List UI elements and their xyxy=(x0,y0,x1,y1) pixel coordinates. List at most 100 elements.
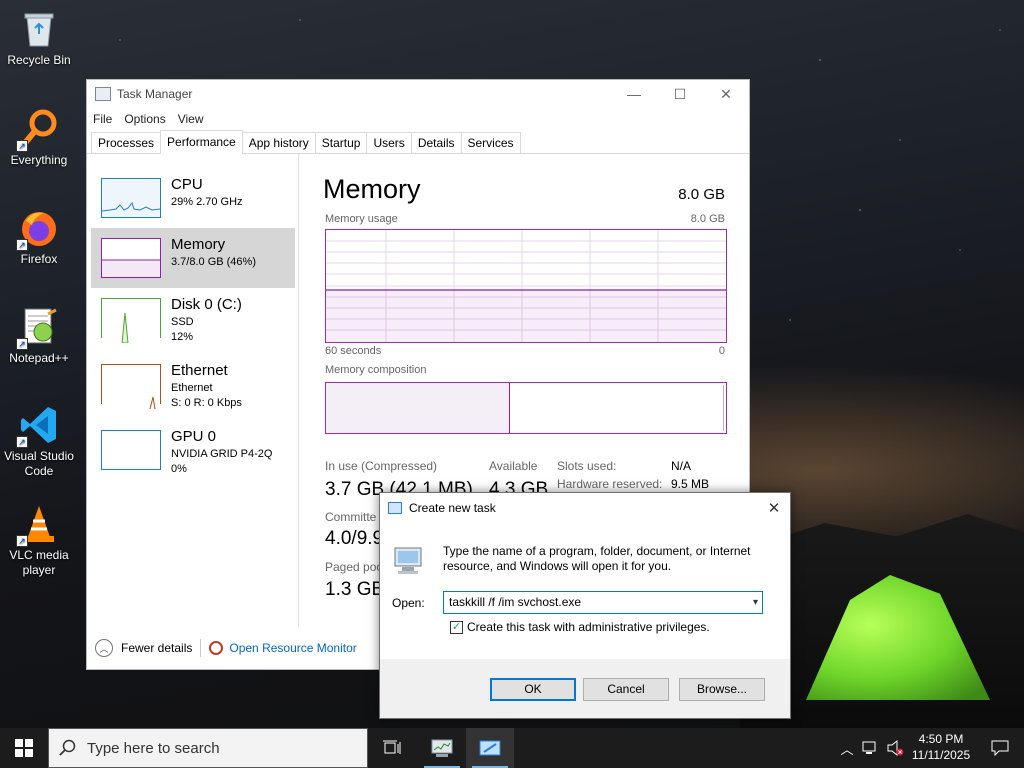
run-program-icon xyxy=(392,544,426,576)
disk-usage: 12% xyxy=(171,331,194,343)
resource-item-disk[interactable]: Disk 0 (C:) SSD 12% xyxy=(91,288,295,348)
menu-bar: File Options View xyxy=(87,108,749,130)
open-command-combobox[interactable]: taskkill /f /im svchost.exe ▾ xyxy=(443,591,763,614)
memory-total: 8.0 GB xyxy=(678,186,725,203)
memory-composition-label: Memory composition xyxy=(325,364,427,376)
resource-item-gpu[interactable]: GPU 0 NVIDIA GRID P4-2Q 0% xyxy=(91,420,295,480)
resource-detail: 3.7/8.0 GB (46%) xyxy=(171,256,256,268)
close-button[interactable]: ✕ xyxy=(703,80,749,108)
shortcut-arrow-icon: ↗ xyxy=(16,239,28,251)
tab-services[interactable]: Services xyxy=(460,132,521,153)
desktop-icon-label: VLC media player xyxy=(9,548,69,577)
dialog-titlebar[interactable]: Create new task xyxy=(380,493,790,522)
menu-file[interactable]: File xyxy=(93,112,112,126)
task-view-button[interactable] xyxy=(368,728,416,768)
ethernet-mini-graph xyxy=(101,364,161,410)
show-hidden-icons-button[interactable]: ︿ xyxy=(836,728,858,768)
window-title: Task Manager xyxy=(117,87,193,101)
recycle-bin-icon xyxy=(18,8,60,50)
composition-in-use-segment xyxy=(326,383,510,433)
open-command-value: taskkill /f /im svchost.exe xyxy=(449,595,582,609)
network-icon xyxy=(862,741,876,754)
fewer-details-link[interactable]: Fewer details xyxy=(121,641,192,655)
shortcut-arrow-icon: ↗ xyxy=(16,140,28,152)
everything-search-icon: ↗ xyxy=(16,108,60,152)
tab-users[interactable]: Users xyxy=(366,132,412,153)
disk-mini-graph xyxy=(101,298,161,344)
volume-button[interactable] xyxy=(884,728,906,768)
windows-logo-icon xyxy=(15,739,33,757)
cancel-button[interactable]: Cancel xyxy=(583,678,669,701)
ethernet-throughput: S: 0 R: 0 Kbps xyxy=(171,397,242,409)
tab-details[interactable]: Details xyxy=(410,132,462,153)
gpu-usage: 0% xyxy=(171,463,187,475)
taskbar-task-manager[interactable] xyxy=(418,728,466,768)
network-status-button[interactable] xyxy=(860,728,882,768)
slots-used-label: Slots used: xyxy=(557,459,617,473)
admin-privileges-checkbox[interactable]: ✓ Create this task with administrative p… xyxy=(450,620,710,634)
desktop-icon-label: Notepad++ xyxy=(9,351,69,365)
available-label: Available xyxy=(489,459,538,473)
dialog-body: Type the name of a program, folder, docu… xyxy=(380,522,790,659)
resource-name: CPU xyxy=(171,176,203,193)
tab-performance[interactable]: Performance xyxy=(160,130,243,154)
chevron-up-icon[interactable]: ︿ xyxy=(95,639,113,657)
task-manager-titlebar[interactable]: Task Manager — ☐ ✕ xyxy=(87,80,749,108)
memory-mini-graph xyxy=(101,238,161,278)
clock-time: 4:50 PM xyxy=(918,732,964,746)
search-icon xyxy=(59,739,76,756)
tab-processes[interactable]: Processes xyxy=(91,132,162,153)
notifications-icon xyxy=(991,740,1009,756)
memory-title: Memory xyxy=(323,174,421,204)
resource-name: GPU 0 xyxy=(171,428,217,445)
resource-name: Ethernet xyxy=(171,362,228,379)
taskbar-search-box[interactable]: Type here to search xyxy=(48,728,368,768)
resource-list: CPU 29% 2.70 GHz Memory 3.7/8.0 GB (46%)… xyxy=(87,154,299,627)
desktop-icon-vscode[interactable]: ↗ Visual Studio Code xyxy=(2,404,76,479)
chevron-down-icon[interactable]: ▾ xyxy=(753,592,758,613)
tab-app-history[interactable]: App history xyxy=(241,132,316,153)
desktop-icon-notepad-plus-plus[interactable]: ↗ Notepad++ xyxy=(2,306,76,366)
desktop-icon-everything[interactable]: ↗ Everything xyxy=(2,108,76,168)
desktop-icon-label: Firefox xyxy=(20,252,58,266)
desktop-icon-recycle-bin[interactable]: Recycle Bin xyxy=(2,8,76,68)
gpu-model: NVIDIA GRID P4-2Q xyxy=(171,448,273,460)
desktop-icon-firefox[interactable]: ↗ Firefox xyxy=(2,207,76,267)
action-center-button[interactable] xyxy=(976,728,1024,768)
tab-startup[interactable]: Startup xyxy=(314,132,368,153)
resource-name: Disk 0 (C:) xyxy=(171,296,242,313)
composition-free-marker xyxy=(723,385,724,431)
open-resource-monitor-link[interactable]: Open Resource Monitor xyxy=(229,641,356,655)
start-button[interactable] xyxy=(0,728,48,768)
desktop-icon-label: Visual Studio Code xyxy=(4,449,74,478)
menu-view[interactable]: View xyxy=(178,112,204,126)
hardware-reserved-label: Hardware reserved: xyxy=(557,477,663,491)
taskbar: Type here to search ︿ 4:50 PM 11/11/2025 xyxy=(0,728,1024,768)
dialog-description: Type the name of a program, folder, docu… xyxy=(443,544,751,573)
resource-item-cpu[interactable]: CPU 29% 2.70 GHz xyxy=(91,168,295,228)
vlc-icon: ↗ xyxy=(16,503,60,547)
search-placeholder: Type here to search xyxy=(87,739,220,757)
dialog-close-button[interactable]: ✕ xyxy=(758,493,790,522)
ok-button[interactable]: OK xyxy=(490,678,576,701)
taskbar-clock[interactable]: 4:50 PM 11/11/2025 xyxy=(906,731,976,763)
resource-detail: Ethernet S: 0 R: 0 Kbps xyxy=(171,381,242,411)
resource-item-memory[interactable]: Memory 3.7/8.0 GB (46%) xyxy=(91,228,295,288)
committed-label: Committe xyxy=(325,510,377,524)
checkbox-checked-icon: ✓ xyxy=(450,620,463,634)
desktop-icon-vlc[interactable]: ↗ VLC media player xyxy=(2,503,76,578)
create-new-task-dialog: Create new task ✕ Type the name of a pro… xyxy=(379,492,791,719)
resource-monitor-icon xyxy=(209,641,224,655)
dialog-title: Create new task xyxy=(409,500,496,515)
browse-button[interactable]: Browse... xyxy=(679,678,765,701)
maximize-button[interactable]: ☐ xyxy=(657,80,703,108)
resource-detail: SSD 12% xyxy=(171,315,194,345)
resource-detail: NVIDIA GRID P4-2Q 0% xyxy=(171,447,272,477)
menu-options[interactable]: Options xyxy=(124,112,165,126)
resource-item-ethernet[interactable]: Ethernet Ethernet S: 0 R: 0 Kbps xyxy=(91,354,295,414)
memory-usage-max: 8.0 GB xyxy=(690,213,725,225)
taskbar-run-dialog[interactable] xyxy=(466,728,514,768)
admin-privileges-label: Create this task with administrative pri… xyxy=(467,620,710,634)
minimize-button[interactable]: — xyxy=(611,80,657,108)
cpu-mini-graph xyxy=(101,178,161,218)
